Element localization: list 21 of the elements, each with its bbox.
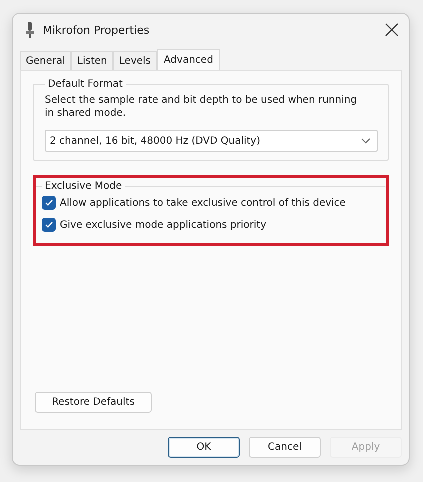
checkbox[interactable] bbox=[42, 196, 56, 210]
description-text: Select the sample rate and bit depth to be used when running in shared mode. bbox=[45, 94, 358, 120]
close-button[interactable] bbox=[383, 21, 401, 39]
chevron-down-icon bbox=[361, 138, 371, 144]
group-title: Default Format bbox=[47, 79, 124, 90]
checkmark-icon bbox=[44, 220, 54, 230]
checkbox-label: Allow applications to take exclusive control of this device bbox=[60, 198, 346, 208]
checkmark-icon bbox=[44, 198, 54, 208]
tab[interactable]: Listen bbox=[71, 51, 114, 70]
window-title: Mikrofon Properties bbox=[43, 24, 151, 36]
tab[interactable]: Advanced bbox=[157, 49, 220, 70]
checkbox-label: Give exclusive mode applications priority bbox=[60, 220, 267, 230]
tab[interactable]: Levels bbox=[113, 51, 158, 70]
restore-defaults-button[interactable]: Restore Defaults bbox=[35, 392, 152, 413]
dialog-button[interactable]: OK bbox=[168, 437, 240, 458]
tab[interactable]: General bbox=[20, 51, 72, 70]
format-dropdown[interactable]: 2 channel, 16 bit, 48000 Hz (DVD Quality) bbox=[45, 130, 378, 152]
microphone-icon bbox=[25, 22, 35, 38]
dialog-button[interactable]: Cancel bbox=[249, 437, 321, 458]
group-title: Exclusive Mode bbox=[44, 181, 124, 192]
checkbox[interactable] bbox=[42, 218, 56, 232]
